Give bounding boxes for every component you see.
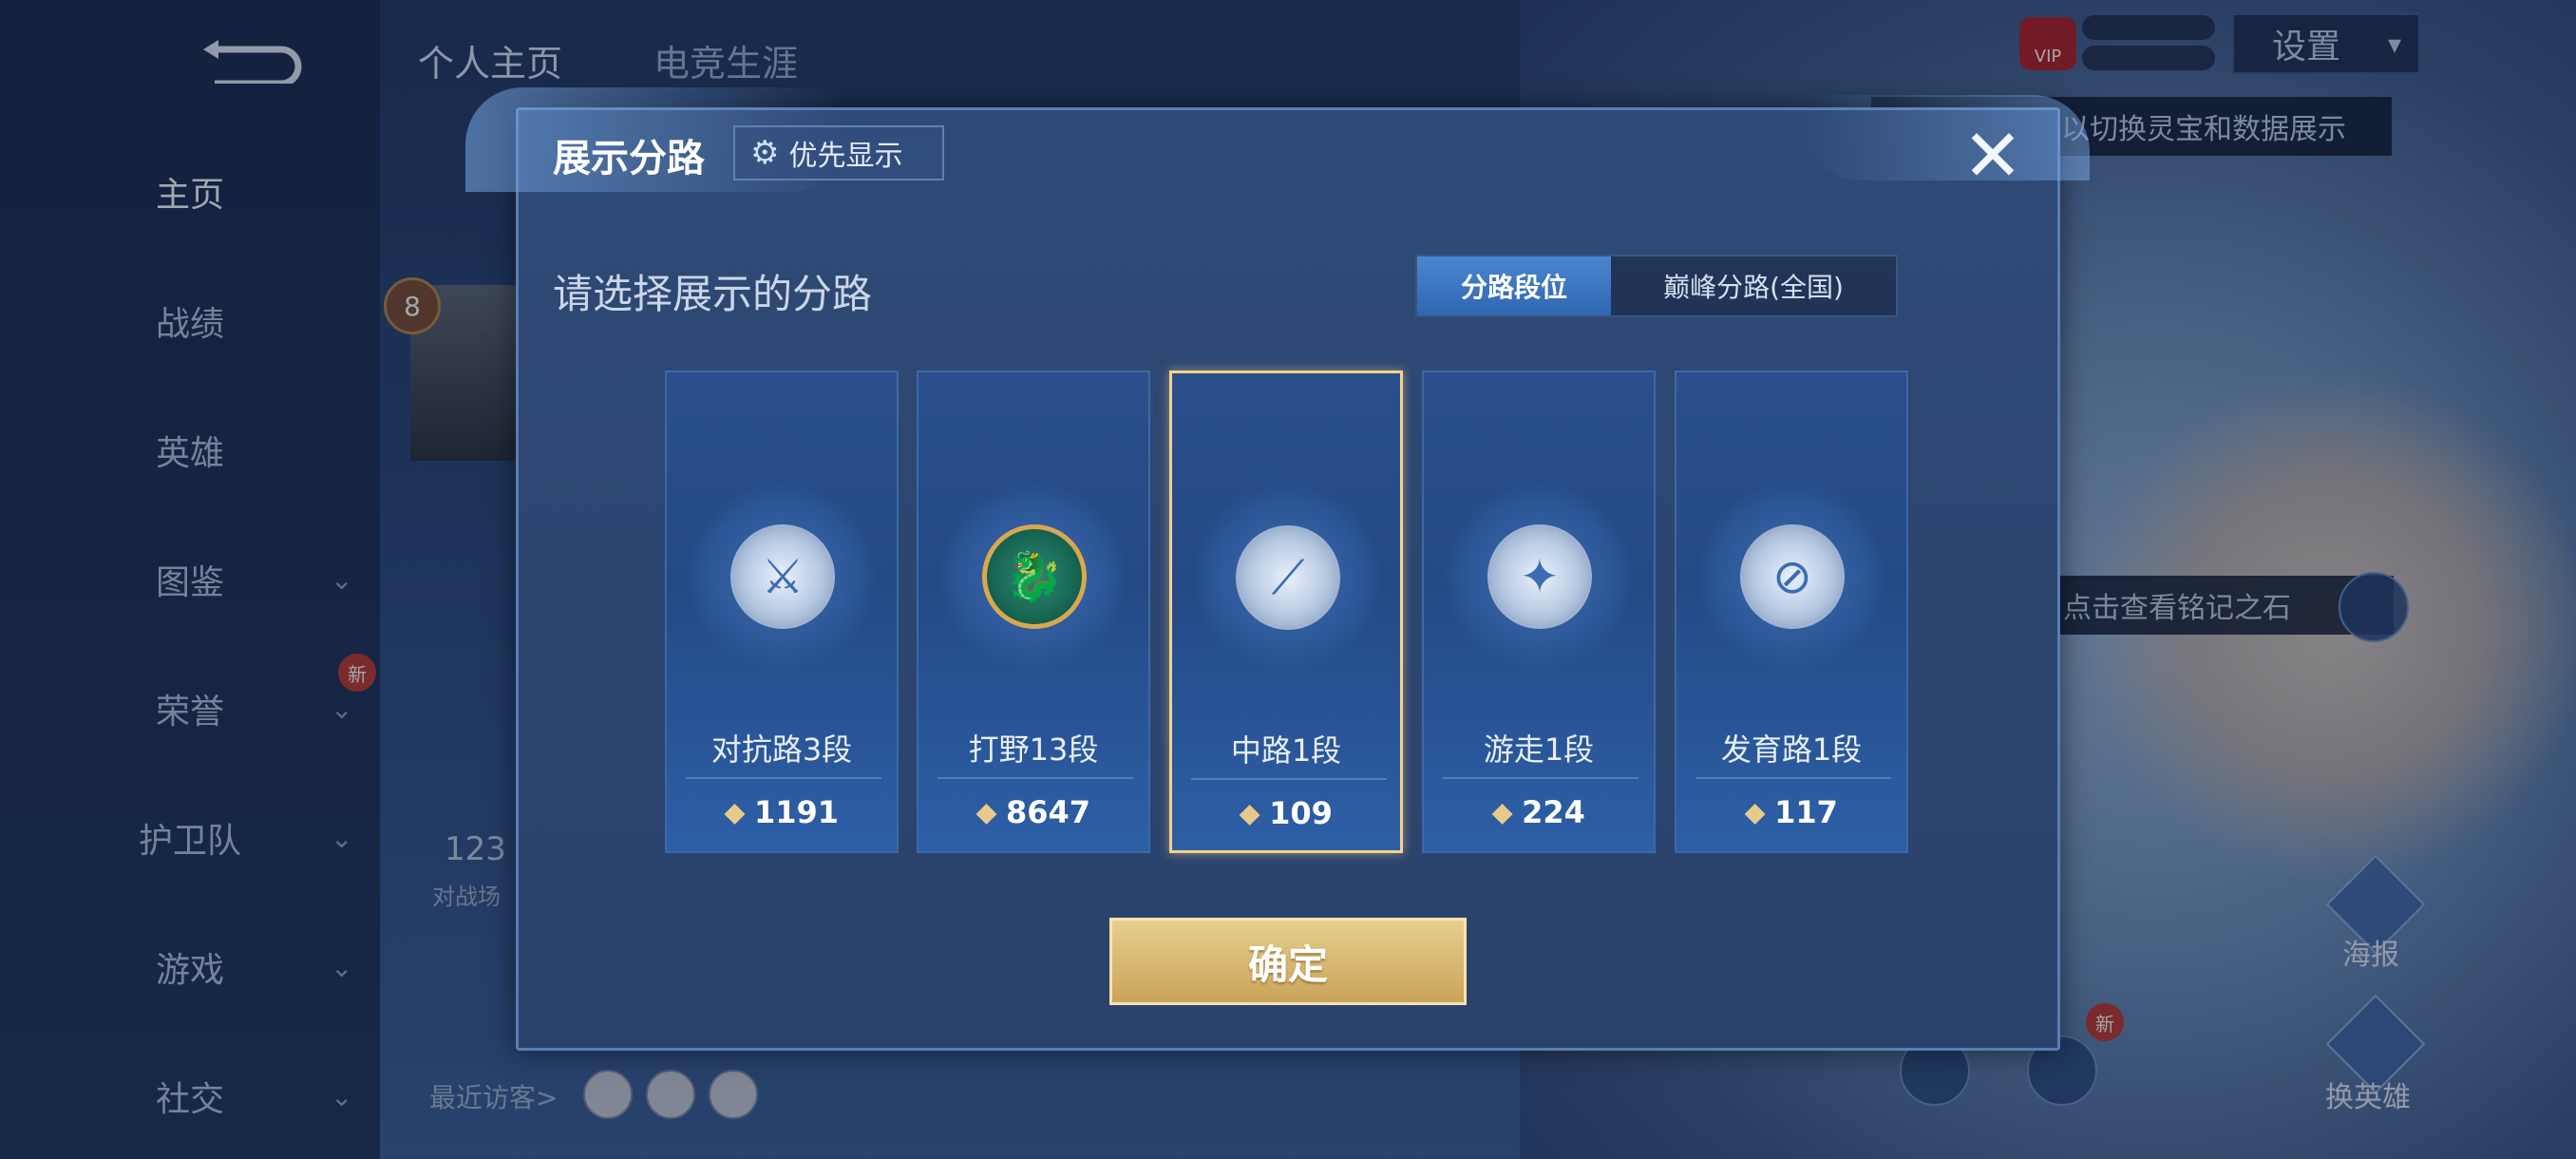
lane-points: ⬥ 109 [1172, 795, 1400, 831]
lane-name: 对抗路3段 [710, 732, 853, 768]
tab-peak-lane[interactable]: 巅峰分路(全国) [1611, 256, 1896, 315]
divider [1191, 778, 1387, 780]
lane-points-value: 224 [1522, 794, 1585, 830]
header-decoration [1805, 95, 2090, 180]
lane-select-prompt: 请选择展示的分路 [553, 271, 873, 317]
gear-icon: ⚙ [750, 134, 780, 172]
divider [1695, 777, 1891, 779]
priority-display-button[interactable]: ⚙ 优先显示 [733, 125, 944, 180]
jungle-icon: 🐉 [982, 524, 1087, 629]
roam-icon: ✦ [1487, 524, 1592, 629]
divider [686, 777, 881, 779]
lane-card-roam[interactable]: ✦ 游走1段 ⬥ 224 [1422, 370, 1656, 853]
tab-lane-rank[interactable]: 分路段位 [1417, 256, 1611, 315]
lane-name: 发育路1段 [1720, 732, 1863, 768]
points-icon: ⬥ [1492, 795, 1513, 829]
close-icon: ✕ [1962, 113, 2023, 198]
lane-name: 游走1段 [1483, 732, 1595, 768]
modal-title: 展示分路 [553, 137, 705, 180]
lane-points: ⬥ 117 [1676, 794, 1906, 830]
close-button[interactable]: ✕ [1959, 113, 2027, 198]
lane-name: 打野13段 [968, 732, 1099, 768]
mid-lane-icon: ⟋ [1236, 525, 1340, 630]
clash-lane-icon: ⚔ [730, 524, 835, 629]
divider [1443, 777, 1638, 779]
points-icon: ⬥ [1240, 796, 1260, 830]
lane-card-jungle[interactable]: 🐉 打野13段 ⬥ 8647 [917, 370, 1150, 853]
lane-card-mid[interactable]: ⟋ 中路1段 ⬥ 109 [1169, 370, 1403, 853]
points-icon: ⬥ [1745, 795, 1766, 829]
lane-mode-toggle: 分路段位 巅峰分路(全国) [1415, 255, 1898, 317]
points-icon: ⬥ [975, 795, 996, 829]
points-icon: ⬥ [724, 795, 745, 829]
lane-card-farm[interactable]: ⊘ 发育路1段 ⬥ 117 [1675, 370, 1908, 853]
lane-points-value: 1191 [753, 794, 840, 830]
lane-points: ⬥ 1191 [667, 794, 897, 830]
lane-points-value: 8647 [1005, 794, 1091, 830]
lane-points-value: 117 [1774, 794, 1838, 830]
lane-points-value: 109 [1269, 795, 1333, 831]
priority-label: 优先显示 [788, 140, 903, 173]
lane-name: 中路1段 [1230, 732, 1342, 769]
farm-lane-icon: ⊘ [1740, 524, 1845, 629]
lane-points: ⬥ 8647 [919, 794, 1148, 830]
divider [938, 777, 1133, 779]
lane-points: ⬥ 224 [1424, 794, 1654, 830]
confirm-button[interactable]: 确定 [1109, 918, 1467, 1005]
lane-card-clash[interactable]: ⚔ 对抗路3段 ⬥ 1191 [665, 370, 899, 853]
